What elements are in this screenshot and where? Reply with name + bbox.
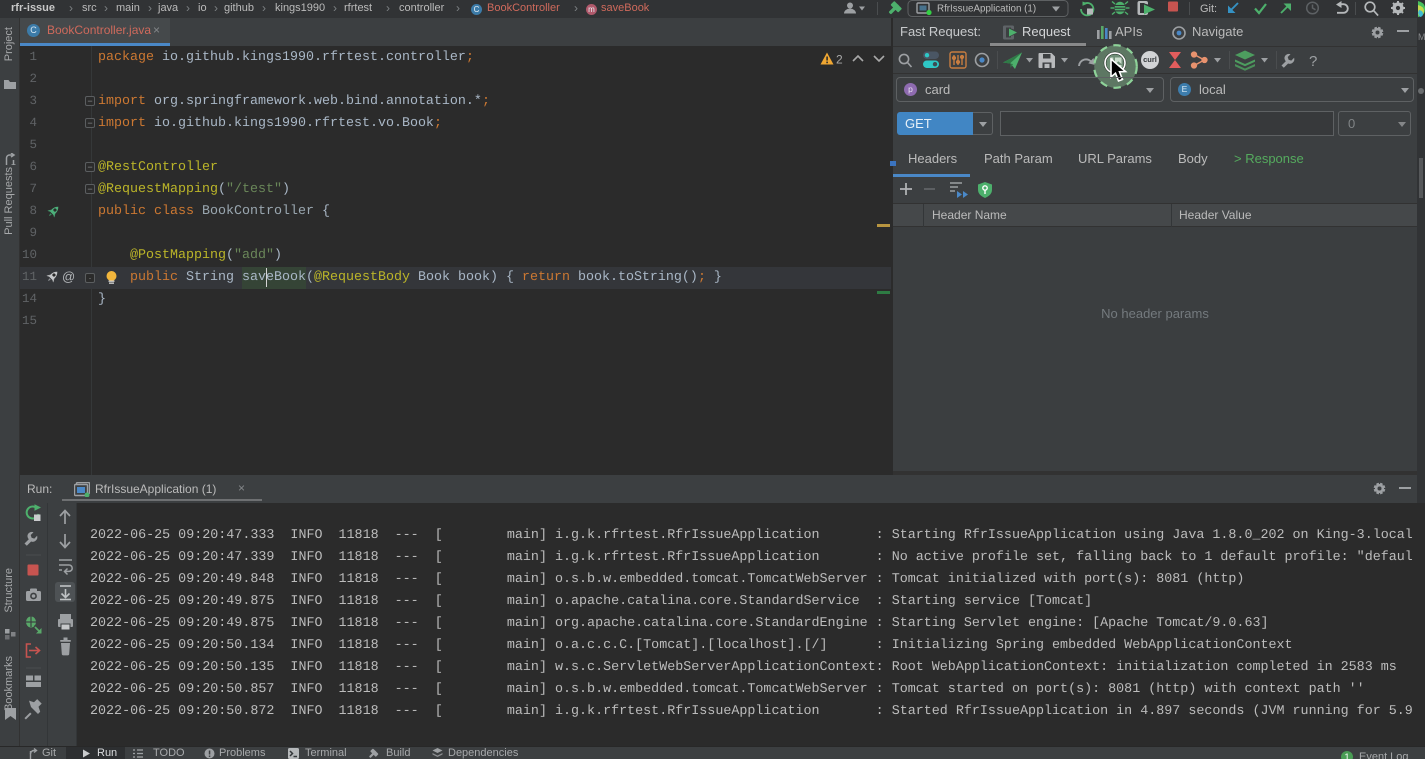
svg-text:?: ? [1309,53,1317,70]
svg-text:Git:: Git: [1200,3,1217,15]
svg-text:RfrIssueApplication (1): RfrIssueApplication (1) [937,4,1036,15]
svg-text:2: 2 [836,53,843,67]
